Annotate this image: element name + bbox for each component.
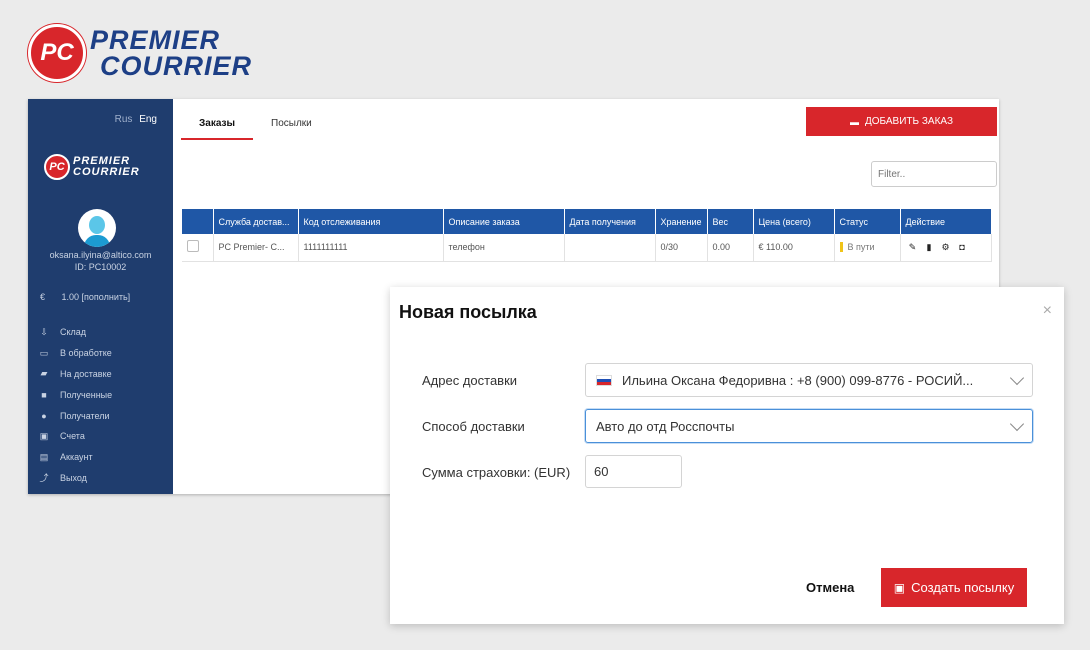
sidebar-logo-line-2: COURRIER	[73, 166, 140, 178]
tabs: Заказы Посылки	[181, 114, 330, 140]
create-parcel-button[interactable]: ▣ Создать посылку	[881, 568, 1027, 607]
sidebar-item-warehouse[interactable]: ⇩ Склад	[38, 322, 112, 343]
box-icon: ■	[41, 389, 47, 400]
russia-flag-icon	[596, 374, 612, 386]
sidebar-item-delivery[interactable]: ▰ На доставке	[38, 364, 112, 385]
tab-orders[interactable]: Заказы	[181, 114, 254, 140]
header-service[interactable]: Служба достав...	[213, 209, 299, 234]
sidebar-item-processing[interactable]: ▭ В обработке	[38, 343, 112, 364]
cell-price: € 110.00	[753, 234, 835, 262]
sidebar-item-received[interactable]: ■ Полученные	[38, 384, 112, 405]
brand-line-1: PREMIER	[90, 25, 221, 55]
address-select[interactable]: Ильина Оксана Федоривна : +8 (900) 099-8…	[585, 363, 1033, 397]
insurance-label: Сумма страховки: (EUR)	[422, 465, 571, 480]
address-value: Ильина Оксана Федоривна : +8 (900) 099-8…	[622, 372, 974, 388]
header-date[interactable]: Дата получения	[564, 209, 656, 234]
users-icon: ●	[41, 410, 47, 421]
exit-icon: ⤴	[39, 473, 49, 484]
invoice-icon: ▣	[39, 430, 49, 441]
lang-eng-link[interactable]: Eng	[139, 114, 157, 125]
avatar	[78, 209, 116, 247]
cell-description: телефон	[443, 234, 565, 262]
sidebar-item-exit[interactable]: ⤴ Выход	[38, 468, 112, 489]
method-value: Авто до отд Росспочты	[596, 418, 735, 434]
new-parcel-modal: Новая посылка × Адрес доставки Ильина Ок…	[390, 287, 1064, 624]
account-icon: ▤	[39, 451, 49, 462]
row-checkbox[interactable]	[187, 240, 199, 253]
cancel-button[interactable]: Отмена	[806, 580, 854, 595]
header-description[interactable]: Описание заказа	[443, 209, 565, 234]
cell-weight: 0.00	[707, 234, 754, 262]
brand-line-2: COURRIER	[100, 51, 253, 81]
sidebar-item-invoices[interactable]: ▣ Счета	[38, 426, 112, 447]
orders-table: Служба достав... Код отслеживания Описан…	[182, 209, 992, 262]
header-select	[182, 209, 214, 234]
pc-logo-mark: PC	[28, 24, 86, 82]
table-row: PC Premier- C... 1111111111 телефон 0/30…	[182, 234, 992, 262]
header-storage[interactable]: Хранение	[655, 209, 708, 234]
edit-icon[interactable]: ✎	[906, 242, 920, 253]
cell-storage: 0/30	[655, 234, 708, 262]
sidebar: Rus Eng PC PREMIER COURRIER oksana.ilyin…	[28, 99, 173, 494]
package-icon[interactable]: ◘	[955, 242, 969, 252]
sidebar-item-recipients[interactable]: ● Получатели	[38, 405, 112, 426]
table-header-row: Служба достав... Код отслеживания Описан…	[182, 209, 992, 234]
cell-tracking: 1111111111	[298, 234, 444, 262]
close-icon[interactable]: ×	[1043, 302, 1052, 320]
sidebar-item-account[interactable]: ▤ Аккаунт	[38, 447, 112, 468]
balance[interactable]: € 1.00 [пополнить]	[40, 292, 130, 302]
lang-rus-link[interactable]: Rus	[115, 114, 133, 125]
brand-wordmark: PREMIER COURRIER	[90, 25, 253, 81]
tab-parcels[interactable]: Посылки	[253, 114, 330, 140]
user-email: oksana.ilyina@altico.com	[49, 250, 152, 260]
status-badge: В пути	[839, 242, 875, 253]
sidebar-nav: ⇩ Склад ▭ В обработке ▰ На доставке ■ Получе…	[38, 322, 112, 488]
euro-icon: €	[40, 292, 46, 302]
sidebar-logo[interactable]: PC PREMIER COURRIER	[44, 154, 140, 180]
header-tracking[interactable]: Код отслеживания	[298, 209, 444, 234]
add-order-button[interactable]: ▬ ДОБАВИТЬ ЗАКАЗ	[806, 107, 997, 136]
balance-text: 1.00 [пополнить]	[61, 292, 131, 302]
cell-actions: ✎ ▮ ⚙ ◘	[900, 234, 992, 262]
trash-icon[interactable]: ▮	[922, 242, 936, 253]
settings-icon[interactable]: ⚙	[939, 242, 953, 253]
chevron-down-icon	[1009, 370, 1025, 385]
method-label: Способ доставки	[422, 419, 525, 434]
cell-date	[564, 234, 656, 262]
modal-title: Новая посылка	[399, 302, 537, 322]
user-id: ID: PC10002	[74, 262, 127, 272]
sidebar-logo-mark: PC	[44, 154, 70, 180]
brand-logo: PC PREMIER COURRIER	[28, 24, 252, 82]
truck-icon: ▰	[40, 368, 48, 379]
language-switcher: Rus Eng	[115, 114, 157, 125]
briefcase-icon: ▬	[849, 116, 859, 127]
header-actions: Действие	[900, 209, 992, 234]
insurance-input[interactable]	[585, 455, 682, 488]
header-status[interactable]: Статус	[834, 209, 901, 234]
header-price[interactable]: Цена (всего)	[753, 209, 835, 234]
filter-input[interactable]	[871, 161, 997, 187]
address-label: Адрес доставки	[422, 373, 518, 388]
warehouse-icon: ⇩	[40, 326, 48, 337]
chevron-down-icon	[1009, 416, 1025, 431]
cell-service: PC Premier- C...	[213, 234, 299, 262]
save-icon: ▣	[893, 580, 906, 595]
inbox-icon: ▭	[39, 347, 49, 358]
delivery-method-select[interactable]: Авто до отд Росспочты	[585, 409, 1033, 443]
header-weight[interactable]: Вес	[707, 209, 754, 234]
